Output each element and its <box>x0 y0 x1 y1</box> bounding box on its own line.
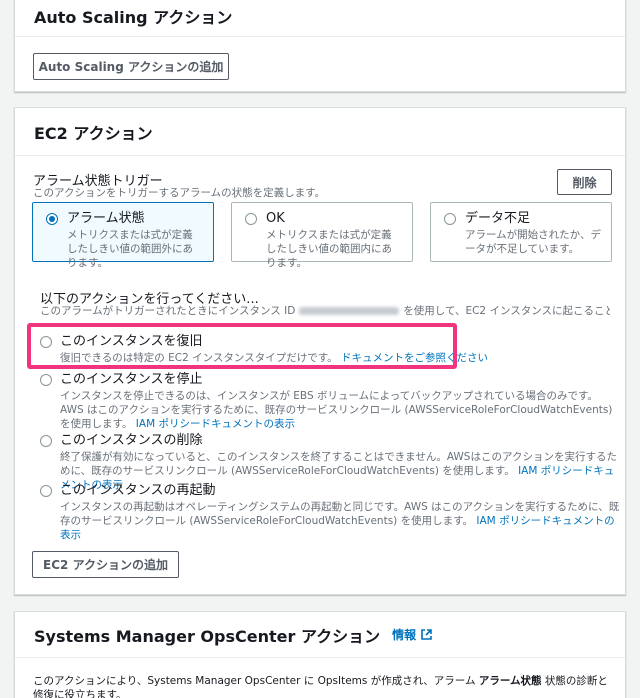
opscenter-title: Systems Manager OpsCenter アクション <box>34 626 381 646</box>
option-terminate-label: このインスタンスの削除 <box>60 433 203 448</box>
alarm-trigger-desc: このアクションをトリガーするアラームの状態を定義します。 <box>33 187 326 199</box>
redacted-instance-id <box>299 307 400 315</box>
add-ec2-action-button[interactable]: EC2 アクションの追加 <box>32 551 179 578</box>
ec2-title: EC2 アクション <box>15 108 625 156</box>
radio-reboot[interactable] <box>40 485 52 497</box>
state-alarm-label: アラーム状態 <box>67 211 145 226</box>
opscenter-desc-bold: アラーム状態 <box>478 675 542 687</box>
option-stop-desc: インスタンスを停止できるのは、インスタンスが EBS ボリュームによってバックア… <box>60 389 620 431</box>
radio-insufficient-state[interactable] <box>444 213 456 225</box>
state-tile-alarm[interactable]: アラーム状態 メトリクスまたは式が定義したしきい値の範囲外にあります。 <box>32 202 214 269</box>
highlight-box <box>27 323 457 369</box>
action-desc-after: を使用して、EC2 インスタンスに起こることを定義します。 <box>403 305 610 317</box>
autoscaling-panel: Auto Scaling アクション Auto Scaling アクションの追加 <box>14 0 626 92</box>
radio-terminate[interactable] <box>40 435 52 447</box>
delete-button[interactable]: 削除 <box>557 169 612 195</box>
state-ok-desc: メトリクスまたは式が定義したしきい値の範囲内にあります。 <box>266 229 392 269</box>
option-reboot[interactable]: このインスタンスの再起動 インスタンスの再起動はオペレーティングシステムの再起動… <box>40 482 620 542</box>
opscenter-info-link[interactable]: 情報 <box>392 626 433 643</box>
option-stop[interactable]: このインスタンスを停止 インスタンスを停止できるのは、インスタンスが EBS ボ… <box>40 371 620 431</box>
action-desc-before: このアラームがトリガーされたときにインスタンス ID <box>40 305 296 317</box>
state-tile-insufficient[interactable]: データ不足 アラームが開始されたか、データが不足しています。 <box>430 202 612 262</box>
radio-ok-state[interactable] <box>245 213 257 225</box>
option-reboot-label: このインスタンスの再起動 <box>60 483 216 498</box>
state-ok-label: OK <box>266 211 285 226</box>
option-reboot-desc: インスタンスの再起動はオペレーティングシステムの再起動と同じです。AWS はこの… <box>60 500 620 542</box>
opscenter-header: Systems Manager OpsCenter アクション 情報 <box>15 612 625 658</box>
state-alarm-desc: メトリクスまたは式が定義したしきい値の範囲外にあります。 <box>67 229 193 269</box>
action-desc: このアラームがトリガーされたときにインスタンス ID を使用して、EC2 インスタ… <box>40 304 610 318</box>
add-autoscaling-action-button[interactable]: Auto Scaling アクションの追加 <box>33 53 229 80</box>
state-insufficient-desc: アラームが開始されたか、データが不足しています。 <box>465 229 601 255</box>
autoscaling-title: Auto Scaling アクション <box>15 0 625 37</box>
option-stop-label: このインスタンスを停止 <box>60 372 203 387</box>
opscenter-desc: このアクションにより、Systems Manager OpsCenter に O… <box>33 674 611 698</box>
info-link-label: 情報 <box>392 628 417 642</box>
option-stop-iam-link[interactable]: IAM ポリシードキュメントの表示 <box>136 418 295 430</box>
opscenter-desc-before: このアクションにより、Systems Manager OpsCenter に O… <box>33 675 476 687</box>
state-insufficient-label: データ不足 <box>465 211 531 226</box>
radio-stop[interactable] <box>40 374 52 386</box>
external-link-icon <box>421 629 432 640</box>
radio-alarm-state[interactable] <box>46 213 58 225</box>
state-tile-ok[interactable]: OK メトリクスまたは式が定義したしきい値の範囲内にあります。 <box>231 202 413 269</box>
